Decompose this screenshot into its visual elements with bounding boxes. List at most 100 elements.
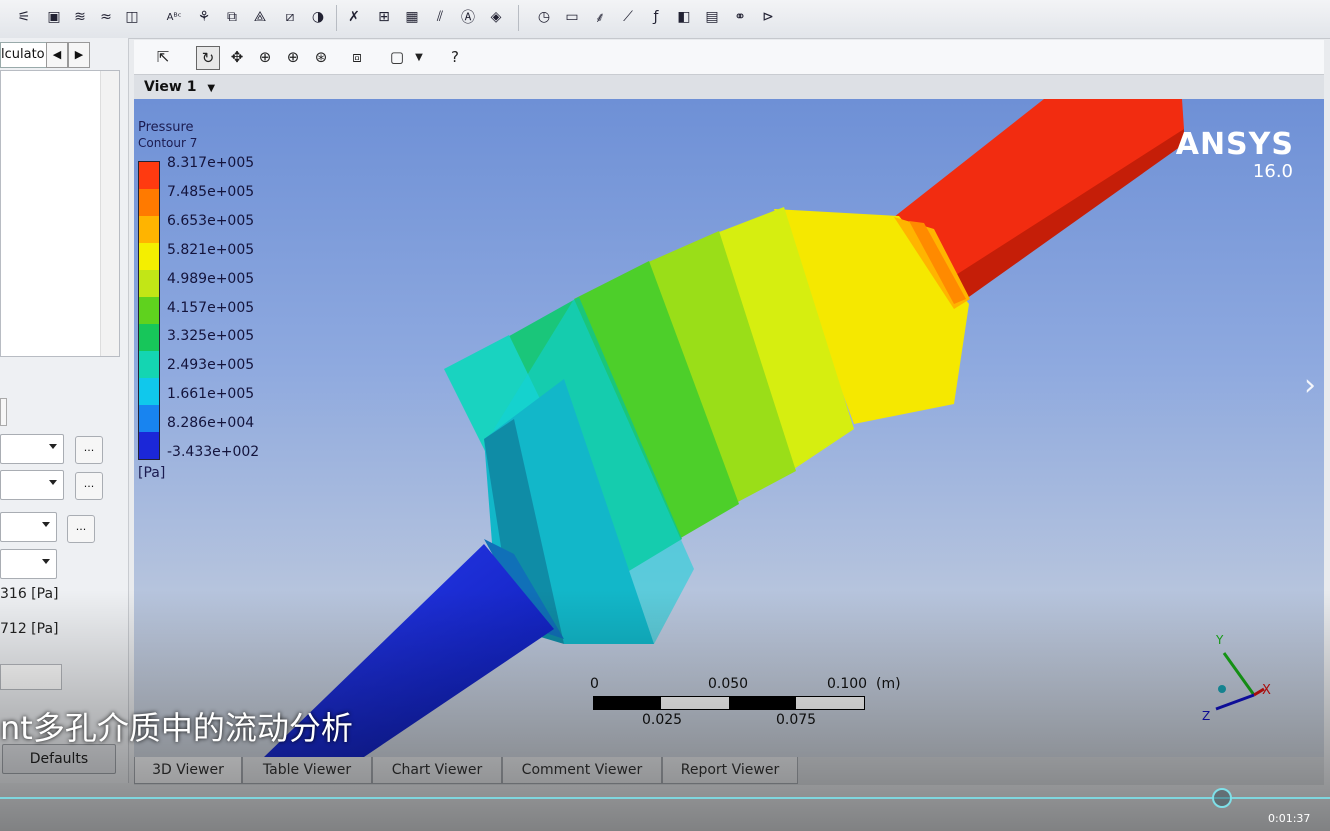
zoom-icon[interactable]: ⊕ (254, 46, 276, 68)
legend-color-band (139, 405, 159, 432)
view-title: View 1 (144, 79, 197, 95)
binoculars-icon[interactable]: ⚭ (730, 7, 750, 27)
chevron-down-icon: ▼ (207, 83, 216, 94)
legend-value: 1.661e+005 (167, 386, 255, 403)
animation-icon[interactable]: ◷ (534, 7, 554, 27)
object-tree[interactable] (0, 70, 120, 357)
view-selector[interactable]: View 1 ▼ (144, 79, 215, 95)
scale-label-0: 0 (590, 676, 599, 692)
variable-more-button[interactable]: ... (75, 472, 103, 500)
range-more-button[interactable]: ... (67, 515, 95, 543)
tab-chart-viewer[interactable]: Chart Viewer (372, 757, 502, 784)
legend-color-band (139, 270, 159, 297)
location-icon[interactable]: ▣ (44, 7, 64, 27)
legend-value: 8.286e+004 (167, 415, 255, 432)
legend-color-band (139, 378, 159, 405)
main-toolbar: ⚟ ▣ ≋ ≈ ◫ Aᴮᶜ ⚘ ⧉ ⟁ ⧄ ◑ ✗ ⊞ ▦ ⫽ Ⓐ ◈ ◷ ▭ … (0, 0, 1330, 39)
timestep-icon[interactable]: ◈ (486, 7, 506, 27)
report-icon[interactable]: ƒ (646, 7, 666, 27)
legend-value: 5.821e+005 (167, 241, 255, 258)
color-map-icon[interactable]: ◑ (308, 7, 328, 27)
legend-color-band (139, 189, 159, 216)
scale-label-025: 0.025 (642, 712, 683, 728)
export-icon[interactable]: ◧ (674, 7, 694, 27)
scale-label-075: 0.075 (776, 712, 817, 728)
variable-icon[interactable]: ✗ (344, 7, 364, 27)
next-arrow-icon[interactable]: › (1304, 368, 1316, 403)
progress-handle[interactable] (1212, 788, 1232, 808)
axis-z-label: Z (1202, 709, 1211, 723)
view-header (134, 75, 1324, 99)
quick-edit-icon[interactable]: ▭ (562, 7, 582, 27)
legend-color-band (139, 297, 159, 324)
table-icon[interactable]: ⊞ (374, 7, 394, 27)
fit-view-icon[interactable]: ⊛ (310, 46, 332, 68)
max-value: 712 [Pa] (0, 621, 59, 637)
tab-comment-viewer[interactable]: Comment Viewer (502, 757, 662, 784)
rotate-icon[interactable]: ↻ (196, 46, 220, 70)
probe-icon[interactable]: ⚘ (194, 7, 214, 27)
colormap-dropdown[interactable] (0, 549, 57, 579)
symmetry-icon[interactable]: ⟁ (250, 7, 270, 27)
zoom-box-icon[interactable]: ⊕ (282, 46, 304, 68)
figure-icon[interactable]: Ⓐ (458, 7, 478, 27)
orthographic-icon[interactable]: ⧈ (346, 46, 368, 68)
ansys-logo: ANSYS (1175, 127, 1294, 162)
viewport-layout-icon[interactable]: ▢ (386, 46, 408, 68)
legend-color-band (139, 324, 159, 351)
legend-color-band (139, 243, 159, 270)
range-dropdown[interactable] (0, 512, 57, 542)
volume-icon[interactable]: ◫ (122, 7, 142, 27)
ansys-version: 16.0 (1252, 161, 1293, 182)
legend-color-band (139, 432, 159, 459)
legend-color-band (139, 162, 159, 189)
video-timecode: 0:01:37 (1268, 812, 1311, 825)
3d-viewport[interactable]: Pressure Contour 7 [Pa] ANSYS 16.0 0 0.0… (134, 99, 1324, 757)
function-icon[interactable]: ⟋ (618, 7, 638, 27)
video-progress-bar[interactable] (0, 797, 1330, 799)
viewer-tabs: 3D Viewer Table Viewer Chart Viewer Comm… (134, 757, 1324, 785)
legend-value: 8.317e+005 (167, 155, 255, 171)
tab-report-viewer[interactable]: Report Viewer (662, 757, 798, 784)
min-value: 316 [Pa] (0, 586, 59, 602)
legend-value: 4.989e+005 (167, 270, 255, 287)
tree-scrollbar[interactable] (100, 71, 119, 356)
tab-3d-viewer[interactable]: 3D Viewer (134, 757, 242, 784)
streamline-icon[interactable]: ≈ (96, 7, 116, 27)
text-icon[interactable]: Aᴮᶜ (164, 7, 184, 27)
legend-value: 2.493e+005 (167, 357, 255, 374)
legend-value: 7.485e+005 (167, 183, 255, 200)
scale-unit: (m) (876, 676, 901, 692)
video-title: nt多孔介质中的流动分析 (0, 709, 353, 747)
panel-tab-stub[interactable] (0, 398, 7, 426)
command-icon[interactable]: ⊳ (758, 7, 778, 27)
chart-icon[interactable]: ▦ (402, 7, 422, 27)
pointer-icon[interactable]: ⸙ (590, 7, 610, 27)
select-icon[interactable]: ⇱ (152, 46, 174, 68)
scale-label-100: 0.100 (827, 676, 868, 692)
variable-dropdown[interactable] (0, 470, 64, 500)
tab-table-viewer[interactable]: Table Viewer (242, 757, 372, 784)
scale-bar (593, 696, 865, 710)
help-icon[interactable]: ? (444, 46, 466, 68)
pressure-contour-model (264, 99, 1184, 757)
legend-value: 4.157e+005 (167, 299, 255, 316)
coordinate-frame-icon[interactable]: ⧉ (222, 7, 242, 27)
legend-variable: Pressure (138, 120, 194, 135)
legend-unit: [Pa] (138, 465, 166, 481)
vector-icon[interactable]: ≋ (70, 7, 90, 27)
contours-stepper[interactable] (0, 664, 62, 690)
workflow-icon[interactable]: ⚟ (14, 7, 34, 27)
clip-plane-icon[interactable]: ⧄ (280, 7, 300, 27)
pan-icon[interactable]: ✥ (226, 46, 248, 68)
layout-dropdown-icon[interactable]: ▼ (408, 46, 430, 68)
comment-icon[interactable]: ⫽ (430, 7, 450, 27)
tab-scroll-right-button[interactable]: ▶ (68, 42, 90, 68)
legend-name: Contour 7 (138, 136, 198, 150)
domain-dropdown[interactable] (0, 434, 64, 464)
domain-more-button[interactable]: ... (75, 436, 103, 464)
scale-label-050: 0.050 (708, 676, 749, 692)
mesh-icon[interactable]: ▤ (702, 7, 722, 27)
tab-scroll-left-button[interactable]: ◀ (46, 42, 68, 68)
legend-value: 6.653e+005 (167, 212, 255, 229)
